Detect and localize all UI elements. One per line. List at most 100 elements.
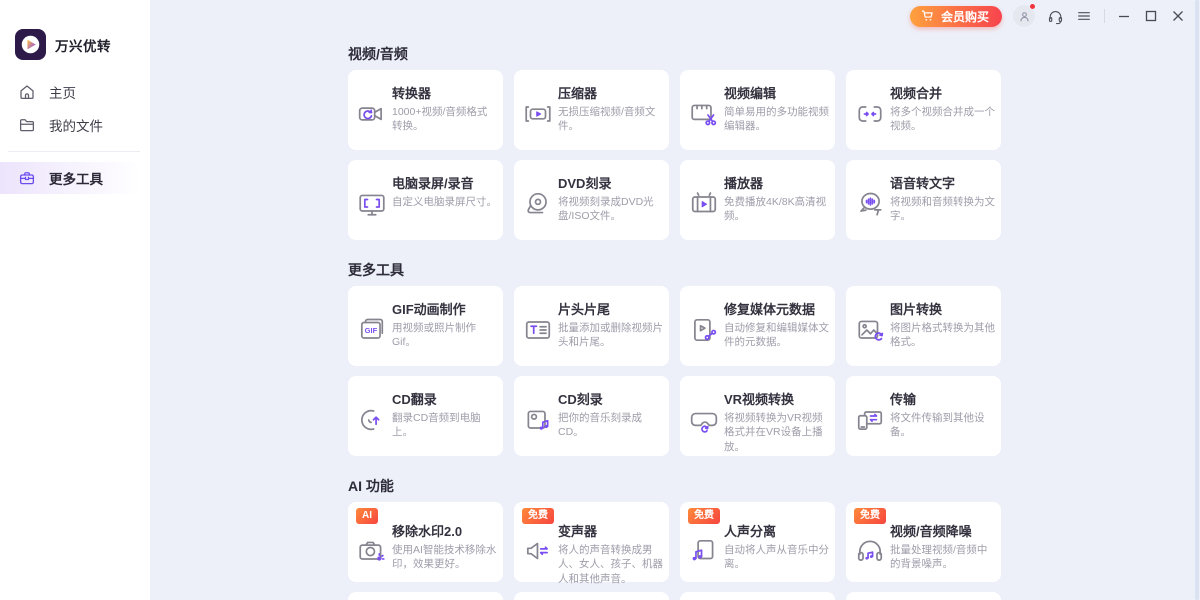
card-title: 修复媒体元数据 [724,299,829,318]
sidebar-divider [8,151,140,152]
membership-buy-button[interactable]: 会员购买 [910,6,1002,27]
toolbox-icon [18,169,36,187]
app-logo-icon [15,29,46,60]
tool-card[interactable]: CD翻录翻录CD音频到电脑上。 [348,376,503,456]
sidebar-item-home[interactable]: 主页 [0,76,150,108]
tool-card[interactable]: 图片转换将图片格式转换为其他格式。 [846,286,1001,366]
tool-card[interactable]: VR视频转换将视频转换为VR视频格式并在VR设备上播放。 [680,376,835,456]
main-area: 会员购买 [150,0,1200,600]
tool-card[interactable]: 传输将文件传输到其他设备。 [846,376,1001,456]
card-badge: 免费 [522,508,554,524]
tools-section: 更多工具GIFGIF动画制作用视频或照片制作Gif。片头片尾批量添加或删除视频片… [348,262,1002,456]
menu-icon[interactable] [1075,7,1093,25]
app-name: 万兴优转 [55,35,111,55]
sidebar-item-label: 我的文件 [49,115,103,135]
card-desc: 批量处理视频/音频中的背景噪声。 [890,543,995,572]
card-badge: 免费 [688,508,720,524]
gif-maker-icon: GIF [357,315,387,345]
card-title: 播放器 [724,173,829,192]
tool-card[interactable]: 免费视频/音频降噪批量处理视频/音频中的背景噪声。 [846,502,1001,582]
card-desc: 自动将人声从音乐中分离。 [724,543,829,572]
tool-card[interactable]: AI移除水印2.0使用AI智能技术移除水印，效果更好。 [348,502,503,582]
tools-section: 视频/音频转换器1000+视频/音频格式转换。压缩器无损压缩视频/音频文件。视频… [348,46,1002,240]
card-desc: 将视频和音频转换为文字。 [890,195,995,224]
minimize-button[interactable] [1116,8,1132,24]
card-title: 视频编辑 [724,83,829,102]
maximize-button[interactable] [1143,8,1159,24]
tool-card[interactable]: CD刻录把你的音乐刻录成CD。 [514,376,669,456]
home-icon [18,83,36,101]
image-convert-icon [855,315,885,345]
screen-record-icon [357,189,387,219]
card-desc: 用视频或照片制作Gif。 [392,321,497,350]
tool-card[interactable]: 电脑录屏/录音自定义电脑录屏尺寸。 [348,160,503,240]
tool-card[interactable]: 视频合并将多个视频合并成一个视频。 [846,70,1001,150]
converter-icon [357,99,387,129]
section-title: 视频/音频 [348,46,1002,62]
card-grid: AI移除水印2.0使用AI智能技术移除水印，效果更好。免费变声器将人的声音转换成… [348,502,1002,600]
card-desc: 翻录CD音频到电脑上。 [392,411,497,440]
card-title: 变声器 [558,521,663,540]
close-button[interactable] [1170,8,1186,24]
tool-card[interactable]: 免费人声分离自动将人声从音乐中分离。 [680,502,835,582]
card-desc: 简单易用的多功能视频编辑器。 [724,105,829,134]
compressor-icon [523,99,553,129]
card-desc: 将人的声音转换成男人、女人、孩子、机器人和其他声音。 [558,543,663,586]
tool-card[interactable]: 播放器免费播放4K/8K高清视频。 [680,160,835,240]
card-title: 转换器 [392,83,497,102]
cd-burn-icon [523,405,553,435]
speech-to-text-icon [855,189,885,219]
card-title: 传输 [890,389,995,408]
tool-card-partial[interactable] [514,592,669,600]
tool-card[interactable]: 语音转文字将视频和音频转换为文字。 [846,160,1001,240]
card-desc: 将文件传输到其他设备。 [890,411,995,440]
card-desc: 免费播放4K/8K高清视频。 [724,195,829,224]
tool-card[interactable]: 修复媒体元数据自动修复和编辑媒体文件的元数据。 [680,286,835,366]
intro-outro-icon [523,315,553,345]
card-desc: 自动修复和编辑媒体文件的元数据。 [724,321,829,350]
dvd-burn-icon [523,189,553,219]
card-desc: 无损压缩视频/音频文件。 [558,105,663,134]
user-avatar-button[interactable] [1013,5,1035,27]
card-title: 压缩器 [558,83,663,102]
card-desc: 使用AI智能技术移除水印，效果更好。 [392,543,497,572]
tool-card[interactable]: 视频编辑简单易用的多功能视频编辑器。 [680,70,835,150]
tool-card[interactable]: GIFGIF动画制作用视频或照片制作Gif。 [348,286,503,366]
card-desc: 批量添加或删除视频片头和片尾。 [558,321,663,350]
vocal-remover-icon [689,536,719,566]
cd-rip-icon [357,405,387,435]
scrollbar[interactable] [1195,0,1199,600]
player-icon [689,189,719,219]
folder-icon [18,116,36,134]
section-title: 更多工具 [348,262,1002,278]
card-title: VR视频转换 [724,389,829,408]
card-desc: 把你的音乐刻录成CD。 [558,411,663,440]
tool-card[interactable]: DVD刻录将视频刻录成DVD光盘/ISO文件。 [514,160,669,240]
sidebar-item-my-files[interactable]: 我的文件 [0,109,150,141]
card-grid: 转换器1000+视频/音频格式转换。压缩器无损压缩视频/音频文件。视频编辑简单易… [348,70,1002,240]
app-logo: 万兴优转 [15,29,111,60]
card-desc: 将多个视频合并成一个视频。 [890,105,995,134]
card-title: 片头片尾 [558,299,663,318]
card-title: CD刻录 [558,389,663,408]
card-title: 视频/音频降噪 [890,521,995,540]
tool-card-partial[interactable] [846,592,1001,600]
support-headset-button[interactable] [1046,7,1064,25]
tool-card[interactable]: 压缩器无损压缩视频/音频文件。 [514,70,669,150]
tool-card-partial[interactable] [348,592,503,600]
sidebar-item-more-tools[interactable]: 更多工具 [0,162,138,194]
metadata-fix-icon [689,315,719,345]
card-desc: 将视频转换为VR视频格式并在VR设备上播放。 [724,411,829,454]
card-badge: 免费 [854,508,886,524]
tool-card[interactable]: 片头片尾批量添加或删除视频片头和片尾。 [514,286,669,366]
titlebar-controls: 会员购买 [910,5,1186,27]
card-title: CD翻录 [392,389,497,408]
tool-card[interactable]: 转换器1000+视频/音频格式转换。 [348,70,503,150]
tool-card-partial[interactable] [680,592,835,600]
tool-card[interactable]: 免费变声器将人的声音转换成男人、女人、孩子、机器人和其他声音。 [514,502,669,582]
card-title: 电脑录屏/录音 [392,173,497,192]
tools-section: AI 功能AI移除水印2.0使用AI智能技术移除水印，效果更好。免费变声器将人的… [348,478,1002,600]
sidebar: 万兴优转 主页 我的文件 [0,0,150,600]
voice-changer-icon [523,536,553,566]
card-desc: 将图片格式转换为其他格式。 [890,321,995,350]
